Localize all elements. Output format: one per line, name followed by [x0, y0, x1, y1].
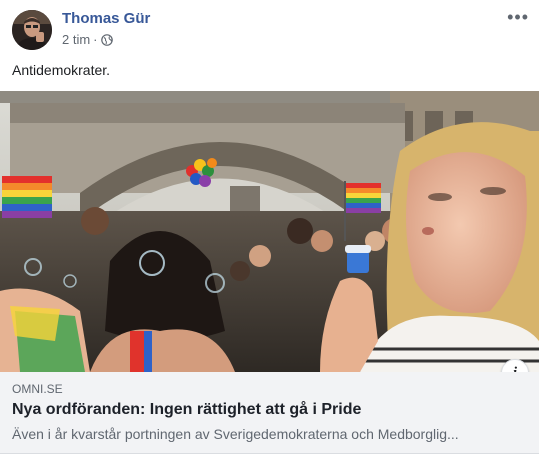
link-preview-caption[interactable]: OMNI.SE Nya ordföranden: Ingen rättighet…	[0, 372, 539, 454]
author-avatar[interactable]	[12, 10, 52, 50]
pride-parade-photo	[0, 91, 539, 372]
link-title[interactable]: Nya ordföranden: Ingen rättighet att gå …	[12, 401, 361, 419]
meta-separator: ·	[93, 32, 98, 47]
post-timestamp[interactable]: 2 tim	[62, 32, 90, 47]
link-preview-card[interactable]: i OMNI.SE Nya ordföranden: Ingen rättigh…	[0, 91, 539, 454]
post-meta: 2 tim ·	[62, 32, 113, 47]
more-options-icon[interactable]: •••	[507, 8, 529, 26]
link-preview-image[interactable]	[0, 91, 539, 372]
facebook-post: Thomas Gür 2 tim · ••• Antidemokrater. O…	[0, 0, 539, 454]
author-name[interactable]: Thomas Gür	[62, 10, 150, 27]
post-text: Antidemokrater.	[12, 62, 111, 78]
rainbow-flag-left	[2, 176, 52, 218]
avatar-photo	[12, 10, 52, 50]
link-domain: OMNI.SE	[12, 382, 63, 396]
link-description: Även i år kvarstår portningen av Sverige…	[12, 426, 459, 442]
globe-icon[interactable]	[100, 33, 113, 46]
post-header: Thomas Gür 2 tim · •••	[0, 0, 539, 60]
